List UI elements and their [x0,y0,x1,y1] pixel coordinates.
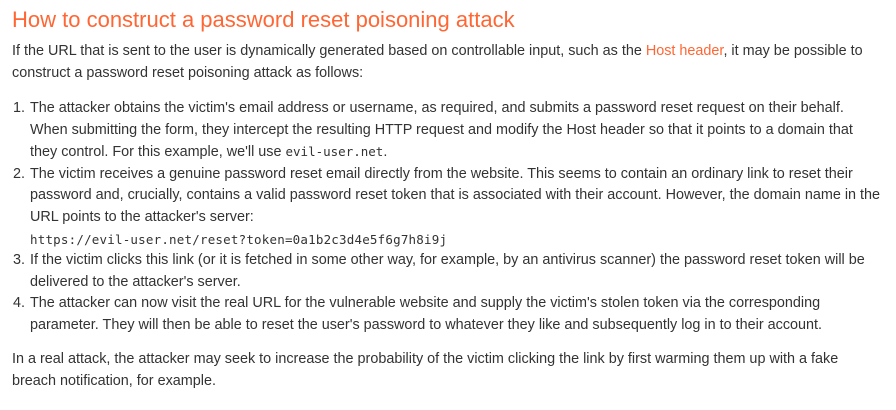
list-item-step-1: The attacker obtains the victim's email … [29,98,884,164]
host-header-link[interactable]: Host header [646,43,724,59]
article-content: How to construct a password reset poison… [0,0,884,392]
step-2-text: The victim receives a genuine password r… [30,165,881,225]
intro-text-before: If the URL that is sent to the user is d… [12,43,646,59]
page-title: How to construct a password reset poison… [12,7,515,32]
step-3-text: If the victim clicks this link (or it is… [30,252,865,290]
list-item-step-3: If the victim clicks this link (or it is… [29,250,884,293]
list-item-step-4: The attacker can now visit the real URL … [29,293,884,336]
step-1-code-domain: evil-user.net [285,144,384,159]
step-2-code-url: https://evil-user.net/reset?token=0a1b2c… [30,232,448,247]
list-item-step-2: The victim receives a genuine password r… [29,164,884,251]
step-4-text: The attacker can now visit the real URL … [30,295,823,333]
intro-paragraph: If the URL that is sent to the user is d… [12,41,884,84]
outro-paragraph: In a real attack, the attacker may seek … [12,351,839,389]
attack-steps-list: The attacker obtains the victim's email … [12,98,884,336]
step-1-period: . [383,144,388,160]
step-1-text: The attacker obtains the victim's email … [30,100,853,160]
